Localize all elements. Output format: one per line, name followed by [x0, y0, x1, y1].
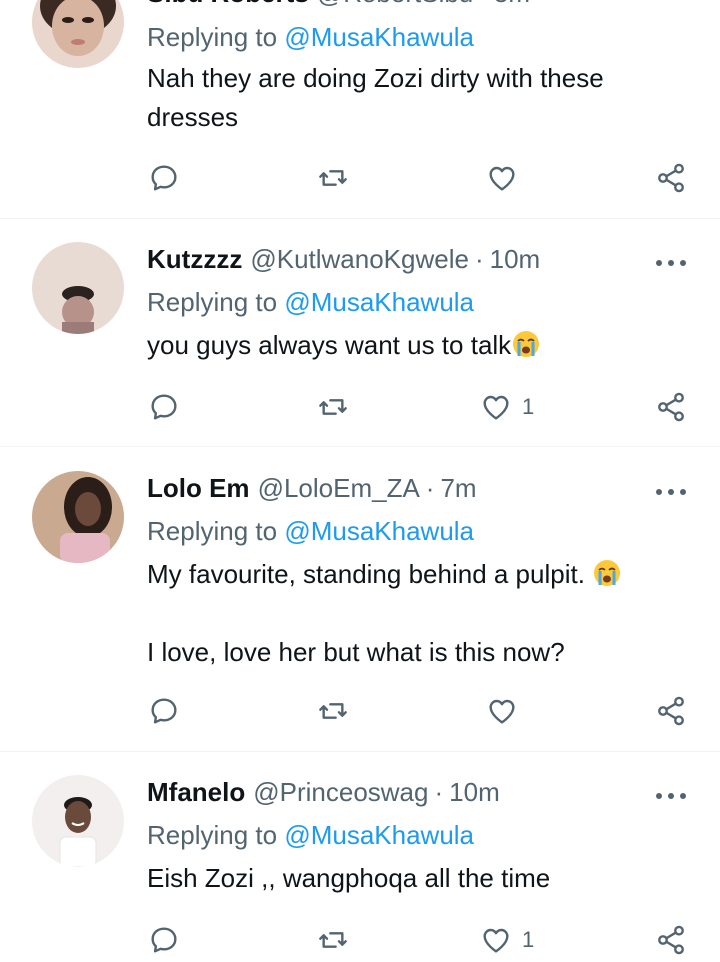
- retweet-icon: [319, 170, 347, 186]
- like-button[interactable]: 1: [480, 387, 534, 427]
- more-options-icon[interactable]: [654, 253, 688, 273]
- tweet-text: Eish Zozi ,, wangphoqa all the time: [147, 859, 687, 898]
- share-button[interactable]: [655, 158, 687, 198]
- share-button[interactable]: [655, 387, 687, 427]
- timestamp[interactable]: 7m: [440, 473, 476, 504]
- mention-link[interactable]: @MusaKhawula: [284, 516, 474, 546]
- separator-dot: ·: [425, 473, 435, 503]
- tweet[interactable]: Lolo Em @LoloEm_ZA · 7m Replying to @Mus…: [0, 447, 720, 751]
- tweet-text-line: My favourite, standing behind a pulpit.: [147, 559, 585, 589]
- tweet-actions: [0, 691, 720, 731]
- retweet-icon: [319, 399, 347, 415]
- tweet-actions: 1: [0, 387, 720, 427]
- retweet-button[interactable]: [316, 158, 350, 198]
- share-button[interactable]: [655, 691, 687, 731]
- separator-dot: ·: [479, 0, 488, 9]
- tweet-actions: [0, 158, 720, 198]
- avatar[interactable]: [32, 242, 124, 334]
- share-icon: [658, 925, 684, 955]
- avatar[interactable]: [32, 0, 124, 68]
- tweet-text-line: [147, 594, 687, 633]
- crying-face-emoji-icon: [513, 331, 540, 357]
- replying-to: Replying to @MusaKhawula: [147, 820, 474, 851]
- avatar[interactable]: [32, 471, 124, 563]
- user-handle[interactable]: @RobertSibu: [317, 0, 473, 9]
- tweet-text-line: Eish Zozi ,, wangphoqa all the time: [147, 863, 551, 893]
- reply-icon: [151, 927, 177, 953]
- display-name[interactable]: Mfanelo: [147, 777, 245, 808]
- user-handle[interactable]: @LoloEm_ZA: [258, 473, 420, 504]
- reply-button[interactable]: [148, 387, 180, 427]
- more-options-icon[interactable]: [654, 786, 688, 806]
- replying-to: Replying to @MusaKhawula: [147, 516, 474, 547]
- tweet-text-line: you guys always want us to talk: [147, 330, 512, 360]
- like-button[interactable]: [486, 691, 528, 731]
- heart-icon: [483, 928, 509, 953]
- more-options-icon[interactable]: [654, 482, 688, 502]
- separator-dot: ·: [434, 777, 444, 807]
- retweet-button[interactable]: [316, 387, 350, 427]
- replying-label: Replying to: [147, 22, 285, 52]
- display-name[interactable]: Sibu Roberts: [147, 0, 309, 9]
- share-icon: [658, 696, 684, 726]
- replying-label: Replying to: [147, 516, 285, 546]
- heart-icon: [483, 395, 509, 420]
- reply-icon: [151, 165, 177, 191]
- reply-icon: [151, 698, 177, 724]
- user-handle[interactable]: @KutlwanoKgwele: [250, 244, 469, 275]
- tweet-actions: 1: [0, 920, 720, 960]
- share-icon: [658, 392, 684, 422]
- user-handle[interactable]: @Princeoswag: [253, 777, 428, 808]
- reply-button[interactable]: [148, 920, 180, 960]
- retweet-button[interactable]: [316, 920, 350, 960]
- display-name[interactable]: Lolo Em: [147, 473, 250, 504]
- tweet-text-line: dresses: [147, 102, 239, 132]
- tweet-text-line: I love, love her but what is this now?: [147, 637, 565, 667]
- tweet[interactable]: Sibu Roberts @RobertSibu · 5m Replying t…: [0, 0, 720, 218]
- replying-to: Replying to @MusaKhawula: [147, 22, 474, 53]
- tweet-text: Nah they are doing Zozi dirty with these…: [147, 59, 687, 137]
- mention-link[interactable]: @MusaKhawula: [284, 287, 474, 317]
- display-name[interactable]: Kutzzzz: [147, 244, 242, 275]
- mention-link[interactable]: @MusaKhawula: [284, 22, 474, 52]
- tweet-header: Lolo Em @LoloEm_ZA · 7m: [147, 473, 477, 509]
- retweet-icon: [319, 703, 347, 719]
- separator-dot: ·: [474, 244, 484, 274]
- tweet-text: My favourite, standing behind a pulpit. …: [147, 555, 687, 672]
- timestamp[interactable]: 10m: [490, 244, 541, 275]
- replying-label: Replying to: [147, 287, 285, 317]
- tweet-text-line: Nah they are doing Zozi dirty with these: [147, 63, 604, 93]
- timestamp[interactable]: 5m: [494, 0, 530, 9]
- reply-button[interactable]: [148, 158, 180, 198]
- reply-button[interactable]: [148, 691, 180, 731]
- retweet-icon: [319, 932, 347, 948]
- heart-icon: [489, 699, 515, 724]
- tweet[interactable]: Kutzzzz @KutlwanoKgwele · 10m Replying t…: [0, 219, 720, 446]
- like-count: 1: [522, 927, 535, 952]
- timestamp[interactable]: 10m: [449, 777, 500, 808]
- replying-label: Replying to: [147, 820, 285, 850]
- heart-icon: [489, 166, 515, 191]
- avatar[interactable]: [32, 775, 124, 867]
- crying-face-emoji-icon: [594, 560, 621, 586]
- share-button[interactable]: [655, 920, 687, 960]
- reply-icon: [151, 394, 177, 420]
- share-icon: [658, 163, 684, 193]
- mention-link[interactable]: @MusaKhawula: [284, 820, 474, 850]
- tweet-header: Kutzzzz @KutlwanoKgwele · 10m: [147, 244, 540, 280]
- tweet-header: Sibu Roberts @RobertSibu · 5m: [147, 0, 530, 14]
- tweet-header: Mfanelo @Princeoswag · 10m: [147, 777, 500, 813]
- tweet[interactable]: Mfanelo @Princeoswag · 10m Replying to @…: [0, 752, 720, 962]
- like-count: 1: [522, 394, 535, 419]
- like-button[interactable]: [486, 158, 528, 198]
- retweet-button[interactable]: [316, 691, 350, 731]
- tweet-text: you guys always want us to talk: [147, 326, 687, 365]
- like-button[interactable]: 1: [480, 920, 534, 960]
- replying-to: Replying to @MusaKhawula: [147, 287, 474, 318]
